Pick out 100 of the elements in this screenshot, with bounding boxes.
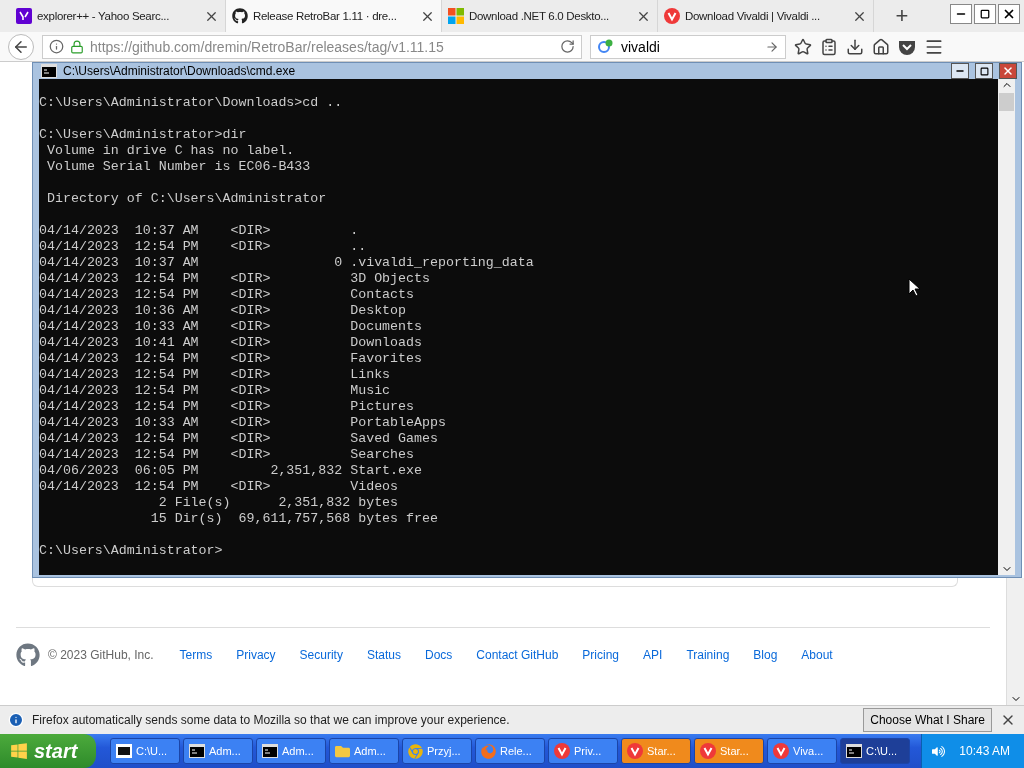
firefox-icon [481, 743, 496, 759]
github-icon [16, 643, 40, 667]
console-line: 04/14/2023 10:33 AM <DIR> PortableApps [39, 415, 446, 431]
home-icon[interactable] [872, 37, 890, 56]
search-engine-icon [597, 38, 613, 55]
scroll-thumb[interactable] [999, 93, 1014, 111]
console-line: 15 Dir(s) 69,611,757,568 bytes free [149, 511, 438, 527]
console-line: 04/14/2023 12:54 PM <DIR> Music [39, 383, 391, 399]
tab-title: Download .NET 6.0 Deskto... [469, 10, 610, 22]
taskbar-item[interactable]: Adm... [183, 738, 253, 764]
maximize-icon [979, 66, 989, 76]
footer-link[interactable]: About [801, 648, 833, 662]
console-line: Volume Serial Number is EC06-B433 [45, 159, 311, 175]
footer-link[interactable]: Terms [179, 648, 213, 662]
footer-link[interactable]: Training [686, 648, 730, 662]
console-line: 04/14/2023 12:54 PM <DIR> Favorites [39, 351, 422, 367]
console-line: 04/14/2023 12:54 PM <DIR> Contacts [39, 287, 415, 303]
browser-tab[interactable]: Release RetroBar 1.11 · dre... [226, 0, 442, 32]
taskbar-item[interactable]: C:\U... [840, 738, 910, 764]
console-line: 04/14/2023 10:36 AM <DIR> Desktop [39, 303, 407, 319]
choose-share-button[interactable]: Choose What I Share [863, 708, 992, 732]
tab-title: Release RetroBar 1.11 · dre... [253, 10, 398, 22]
vivaldi-icon [700, 743, 716, 759]
console-line: 04/14/2023 12:54 PM <DIR> Links [39, 367, 391, 383]
console-line: Directory of C:\Users\Administrator [45, 191, 327, 207]
console-line: C:\Users\Administrator>dir [39, 127, 247, 143]
console-line: 2 File(s) 2,351,832 bytes [157, 495, 399, 511]
close-icon [1002, 7, 1016, 21]
speaker-icon[interactable] [932, 744, 946, 758]
windows-logo-icon [10, 742, 28, 760]
taskbar-item[interactable]: Priv... [548, 738, 618, 764]
window-title: C:\Users\Administrator\Downloads\cmd.exe [63, 64, 297, 78]
maximize-button[interactable] [975, 63, 993, 79]
console-line: 04/14/2023 10:37 AM 0 .vivaldi_reporting_data [39, 255, 534, 271]
tab-title: explorer++ - Yahoo Searc... [37, 10, 171, 22]
reader-icon[interactable] [820, 37, 838, 56]
go-arrow-icon[interactable] [765, 39, 779, 54]
vivaldi-icon [627, 743, 643, 759]
info-icon [8, 712, 24, 728]
minimize-button[interactable] [950, 4, 972, 24]
console-icon [846, 744, 862, 758]
console-line: 04/14/2023 12:54 PM <DIR> Videos [39, 479, 399, 495]
download-icon[interactable] [846, 37, 864, 56]
restore-icon [980, 9, 990, 19]
start-button[interactable]: start [0, 734, 96, 768]
minimize-button[interactable] [951, 63, 969, 79]
footer-link[interactable]: API [643, 648, 663, 662]
console-line: 04/14/2023 12:54 PM <DIR> 3D Objects [39, 271, 430, 287]
taskbar-item[interactable]: Viva... [767, 738, 837, 764]
lock-icon [70, 39, 84, 54]
folder-icon [335, 743, 350, 759]
footer-link[interactable]: Docs [424, 648, 453, 662]
footer-link[interactable]: Privacy [236, 648, 276, 662]
footer-link[interactable]: Status [366, 648, 401, 662]
taskbar-item[interactable]: Przyj... [402, 738, 472, 764]
windows-icon [448, 8, 464, 24]
console-line: C:\Users\Administrator\Downloads>cd .. [39, 95, 343, 111]
close-button[interactable] [999, 63, 1017, 79]
close-button[interactable] [998, 4, 1020, 24]
close-icon [1002, 65, 1014, 77]
console-line: 04/14/2023 10:41 AM <DIR> Downloads [39, 335, 422, 351]
vivaldi-icon [664, 8, 680, 24]
notification-text: Firefox automatically sends some data to Mozilla so that we can improve your experience. [32, 713, 511, 727]
chrome-icon [408, 743, 423, 759]
footer-link[interactable]: Blog [753, 648, 778, 662]
taskbar-item[interactable]: C:\U... [110, 738, 180, 764]
page-scrollbar[interactable] [1006, 578, 1024, 705]
console-icon [262, 744, 278, 758]
footer-link[interactable]: Contact GitHub [476, 648, 559, 662]
console-line: C:\Users\Administrator> [39, 543, 223, 559]
console-line: 04/14/2023 12:54 PM <DIR> Pictures [39, 399, 415, 415]
copyright-text: © 2023 GitHub, Inc. [48, 648, 154, 662]
restore-button[interactable] [974, 4, 996, 24]
reload-icon[interactable] [560, 39, 575, 54]
console-line: 04/14/2023 12:54 PM <DIR> Searches [39, 447, 415, 463]
bookmark-star-icon[interactable] [794, 37, 812, 56]
console-scrollbar[interactable] [998, 79, 1015, 575]
console-line: 04/14/2023 10:33 AM <DIR> Documents [39, 319, 422, 335]
clock: 10:43 AM [959, 744, 1010, 758]
taskbar-item[interactable]: Adm... [329, 738, 399, 764]
back-button[interactable] [8, 33, 34, 60]
address-bar[interactable]: https://github.com/dremin/RetroBar/releases/tag/v1.11.15 [42, 34, 582, 59]
taskbar-item[interactable]: Rele... [475, 738, 545, 764]
footer-link[interactable]: Security [299, 648, 343, 662]
github-icon [232, 8, 248, 24]
yahoo-icon [16, 8, 32, 24]
taskbar-item[interactable]: Adm... [256, 738, 326, 764]
search-field[interactable]: vivaldi [590, 34, 786, 59]
tab-title: Download Vivaldi | Vivaldi ... [685, 10, 821, 22]
mouse-cursor-icon [908, 278, 920, 297]
console-line: 04/14/2023 10:37 AM <DIR> . [39, 223, 359, 239]
vivaldi-icon [554, 743, 570, 759]
footer-link[interactable]: Pricing [582, 648, 620, 662]
console-line: Volume in drive C has no label. [45, 143, 295, 159]
console-line: 04/06/2023 06:05 PM 2,351,832 Start.exe [39, 463, 422, 479]
console-icon [189, 744, 205, 758]
pocket-icon[interactable] [898, 38, 916, 55]
console-line: 04/14/2023 12:54 PM <DIR> .. [39, 239, 367, 255]
vivaldi-icon [773, 743, 789, 759]
new-tab-button[interactable]: + [890, 0, 914, 32]
